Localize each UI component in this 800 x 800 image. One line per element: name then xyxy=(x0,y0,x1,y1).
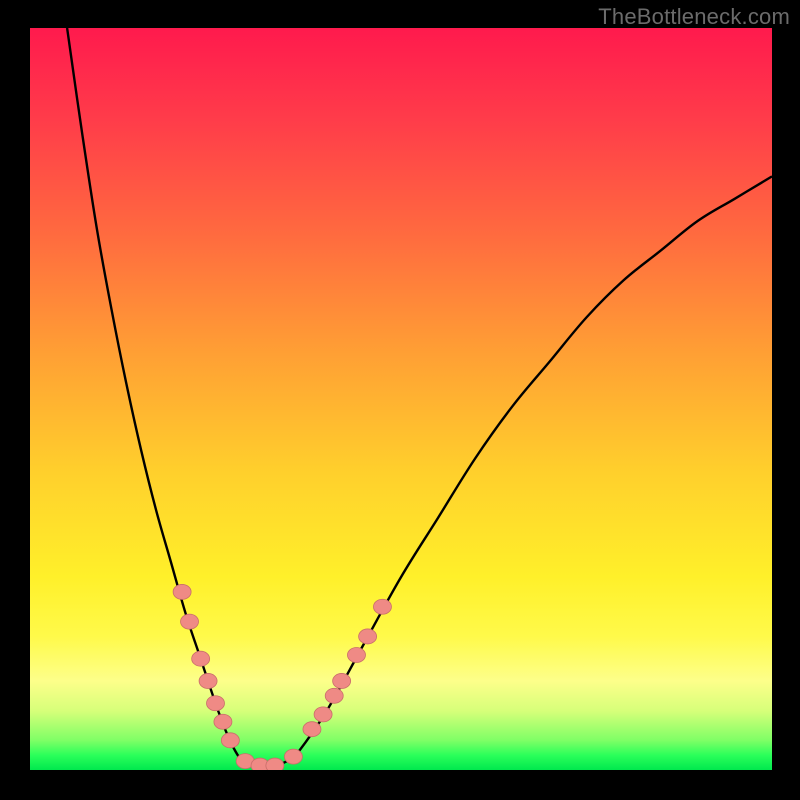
data-marker xyxy=(207,696,225,711)
curve-layer xyxy=(67,28,772,766)
data-marker xyxy=(214,714,232,729)
data-marker xyxy=(173,584,191,599)
data-marker xyxy=(333,673,351,688)
data-marker xyxy=(347,647,365,662)
watermark-text: TheBottleneck.com xyxy=(598,4,790,30)
marker-layer xyxy=(173,584,391,770)
data-marker xyxy=(359,629,377,644)
data-marker xyxy=(181,614,199,629)
data-marker xyxy=(303,722,321,737)
data-marker xyxy=(192,651,210,666)
chart-plot-area xyxy=(30,28,772,770)
data-marker xyxy=(266,758,284,770)
data-marker xyxy=(221,733,239,748)
outer-frame: TheBottleneck.com xyxy=(0,0,800,800)
data-marker xyxy=(373,599,391,614)
data-marker xyxy=(325,688,343,703)
data-marker xyxy=(199,673,217,688)
bottleneck-curve xyxy=(67,28,772,766)
data-marker xyxy=(284,749,302,764)
chart-svg xyxy=(30,28,772,770)
data-marker xyxy=(314,707,332,722)
